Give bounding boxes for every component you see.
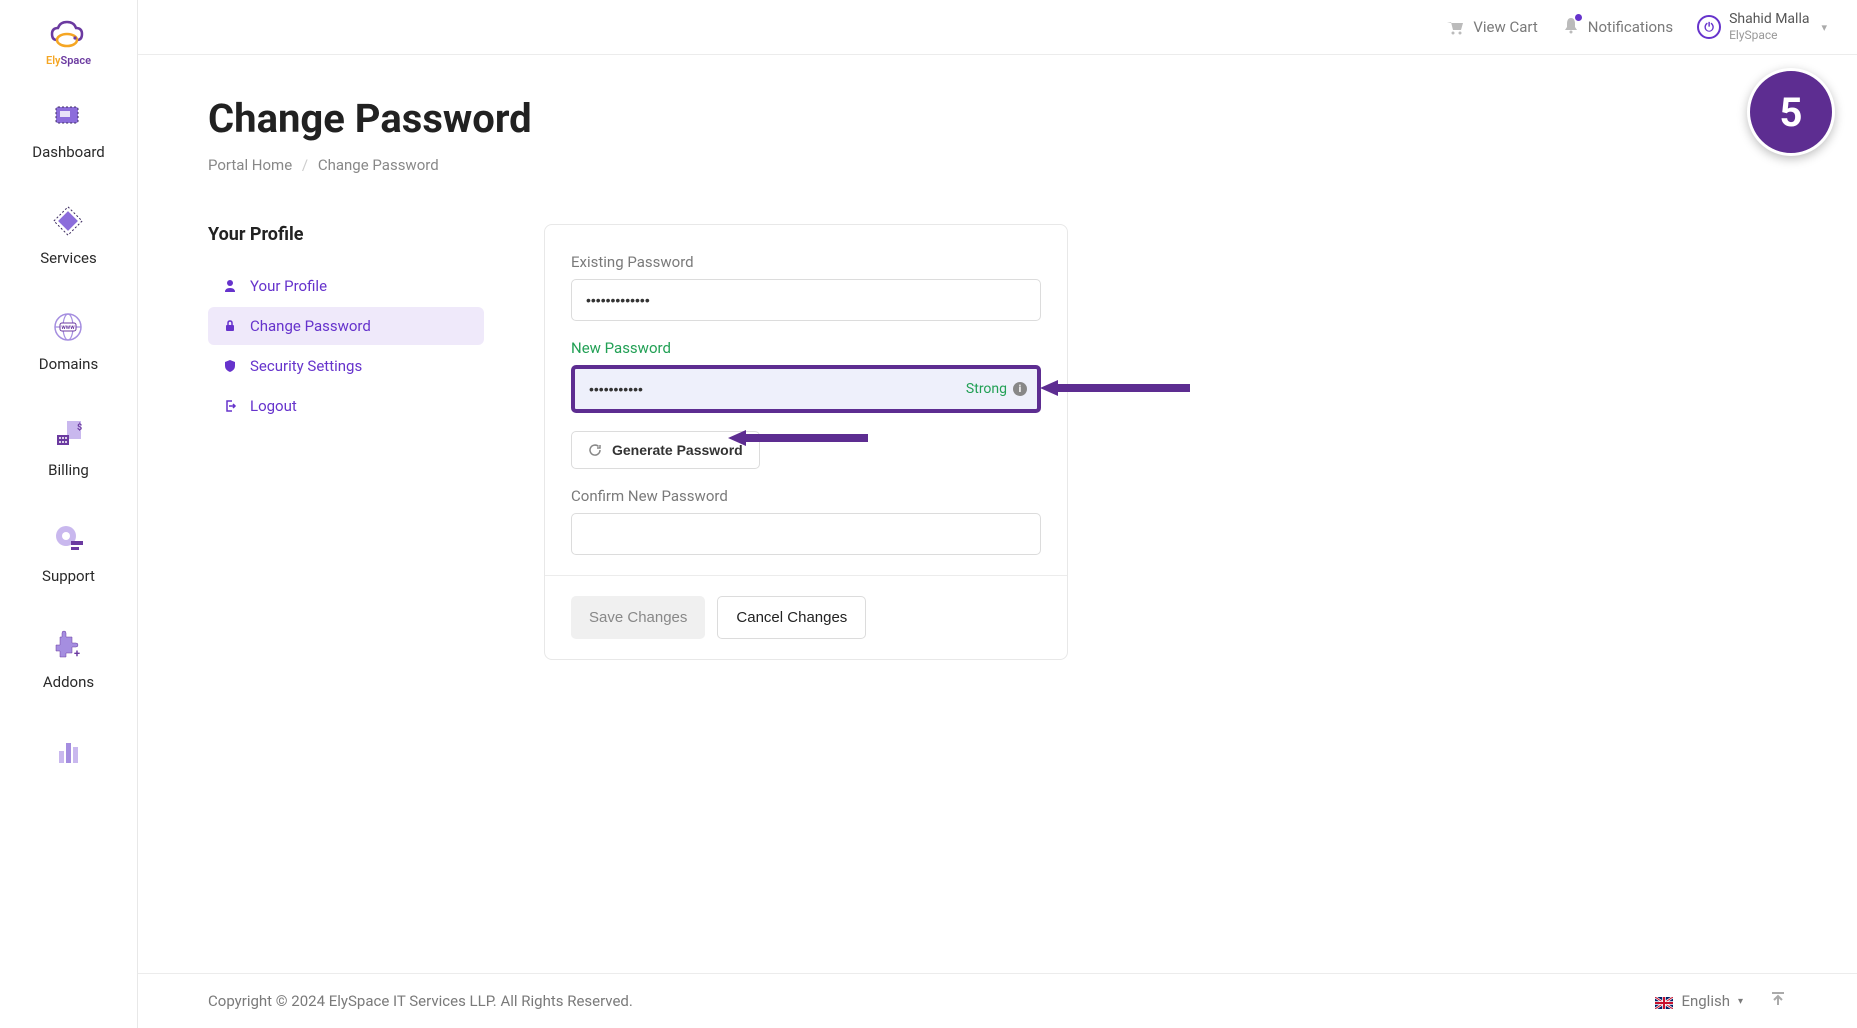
sidebar-item-addons[interactable]: + Addons: [43, 625, 94, 691]
chart-icon: [49, 731, 89, 771]
topbar: View Cart Notifications ⏻ Shahid Malla E…: [138, 0, 1857, 55]
user-icon: [222, 278, 238, 294]
chevron-down-icon: ▾: [1738, 996, 1743, 1007]
generate-password-button[interactable]: Generate Password: [571, 431, 760, 469]
sidebar-item-support[interactable]: Support: [42, 519, 95, 585]
sidebar-item-billing[interactable]: $ Billing: [48, 413, 89, 479]
language-label: English: [1681, 992, 1730, 1010]
sidebar-item-domains[interactable]: www Domains: [39, 307, 98, 373]
notifications-button[interactable]: Notifications: [1562, 16, 1673, 38]
existing-password-label: Existing Password: [571, 253, 1041, 271]
side-menu-your-profile[interactable]: Your Profile: [208, 267, 484, 305]
brand-logo[interactable]: ElySpace: [46, 18, 91, 67]
sidebar-item-label: Dashboard: [32, 143, 105, 161]
sidebar-item-label: Services: [40, 249, 97, 267]
support-icon: [49, 519, 89, 559]
new-password-label: New Password: [571, 339, 1041, 357]
side-menu-title: Your Profile: [208, 224, 484, 245]
domains-icon: www: [48, 307, 88, 347]
profile-side-menu: Your Profile Your Profile Change Passwor…: [208, 224, 484, 427]
info-icon[interactable]: i: [1013, 382, 1027, 396]
copyright: Copyright © 2024 ElySpace IT Services LL…: [208, 992, 633, 1010]
brand-name: ElySpace: [46, 54, 91, 67]
side-menu-label: Logout: [250, 397, 297, 415]
cart-icon: [1445, 18, 1465, 36]
services-icon: [48, 201, 88, 241]
bell-icon: [1562, 16, 1580, 38]
breadcrumb-home[interactable]: Portal Home: [208, 156, 292, 174]
generate-password-label: Generate Password: [612, 442, 743, 458]
side-menu-logout[interactable]: Logout: [208, 387, 484, 425]
svg-text:$: $: [77, 422, 82, 433]
shield-icon: [222, 358, 238, 374]
svg-text:+: +: [74, 647, 80, 660]
lock-icon: [222, 318, 238, 334]
confirm-password-input[interactable]: [571, 513, 1041, 555]
sidebar-item-label: Addons: [43, 673, 94, 691]
cancel-button[interactable]: Cancel Changes: [717, 596, 866, 639]
password-strength: Strong i: [966, 381, 1027, 397]
breadcrumb-separator: /: [302, 156, 308, 174]
change-password-card: Existing Password New Password Strong i …: [544, 224, 1068, 660]
refresh-icon: [588, 443, 602, 457]
uk-flag-icon: [1655, 995, 1673, 1007]
addons-icon: +: [48, 625, 88, 665]
breadcrumb: Portal Home / Change Password: [208, 156, 1787, 174]
sidebar: ElySpace Dashboard Services www Domains …: [0, 0, 138, 1028]
sidebar-item-label: Billing: [48, 461, 89, 479]
user-sub: ElySpace: [1729, 28, 1809, 42]
side-menu-label: Security Settings: [250, 357, 362, 375]
strength-label: Strong: [966, 381, 1007, 397]
svg-text:www: www: [62, 324, 76, 331]
side-menu-change-password[interactable]: Change Password: [208, 307, 484, 345]
logout-icon: [222, 398, 238, 414]
user-menu[interactable]: ⏻ Shahid Malla ElySpace ▾: [1697, 11, 1827, 42]
sidebar-item-more[interactable]: [49, 731, 89, 771]
confirm-password-label: Confirm New Password: [571, 487, 1041, 505]
side-menu-label: Your Profile: [250, 277, 327, 295]
user-name: Shahid Malla: [1729, 11, 1809, 28]
footer: Copyright © 2024 ElySpace IT Services LL…: [138, 973, 1857, 1028]
side-menu-security-settings[interactable]: Security Settings: [208, 347, 484, 385]
main-content: Change Password Portal Home / Change Pas…: [138, 55, 1857, 973]
side-menu-label: Change Password: [250, 317, 371, 335]
cloud-logo-icon: [47, 18, 91, 52]
power-icon: ⏻: [1697, 15, 1721, 39]
save-button[interactable]: Save Changes: [571, 596, 705, 639]
dashboard-icon: [48, 95, 88, 135]
sidebar-item-dashboard[interactable]: Dashboard: [32, 95, 105, 161]
language-selector[interactable]: English ▾: [1655, 992, 1743, 1010]
existing-password-input[interactable]: [571, 279, 1041, 321]
billing-icon: $: [49, 413, 89, 453]
step-badge: 5: [1747, 68, 1835, 156]
chevron-down-icon: ▾: [1821, 21, 1827, 34]
view-cart-button[interactable]: View Cart: [1445, 18, 1537, 36]
breadcrumb-current: Change Password: [318, 156, 439, 174]
sidebar-item-label: Support: [42, 567, 95, 585]
notifications-label: Notifications: [1588, 18, 1673, 36]
sidebar-item-label: Domains: [39, 355, 98, 373]
page-title: Change Password: [208, 95, 1787, 142]
view-cart-label: View Cart: [1473, 18, 1537, 36]
sidebar-item-services[interactable]: Services: [40, 201, 97, 267]
scroll-to-top-button[interactable]: [1769, 990, 1787, 1012]
